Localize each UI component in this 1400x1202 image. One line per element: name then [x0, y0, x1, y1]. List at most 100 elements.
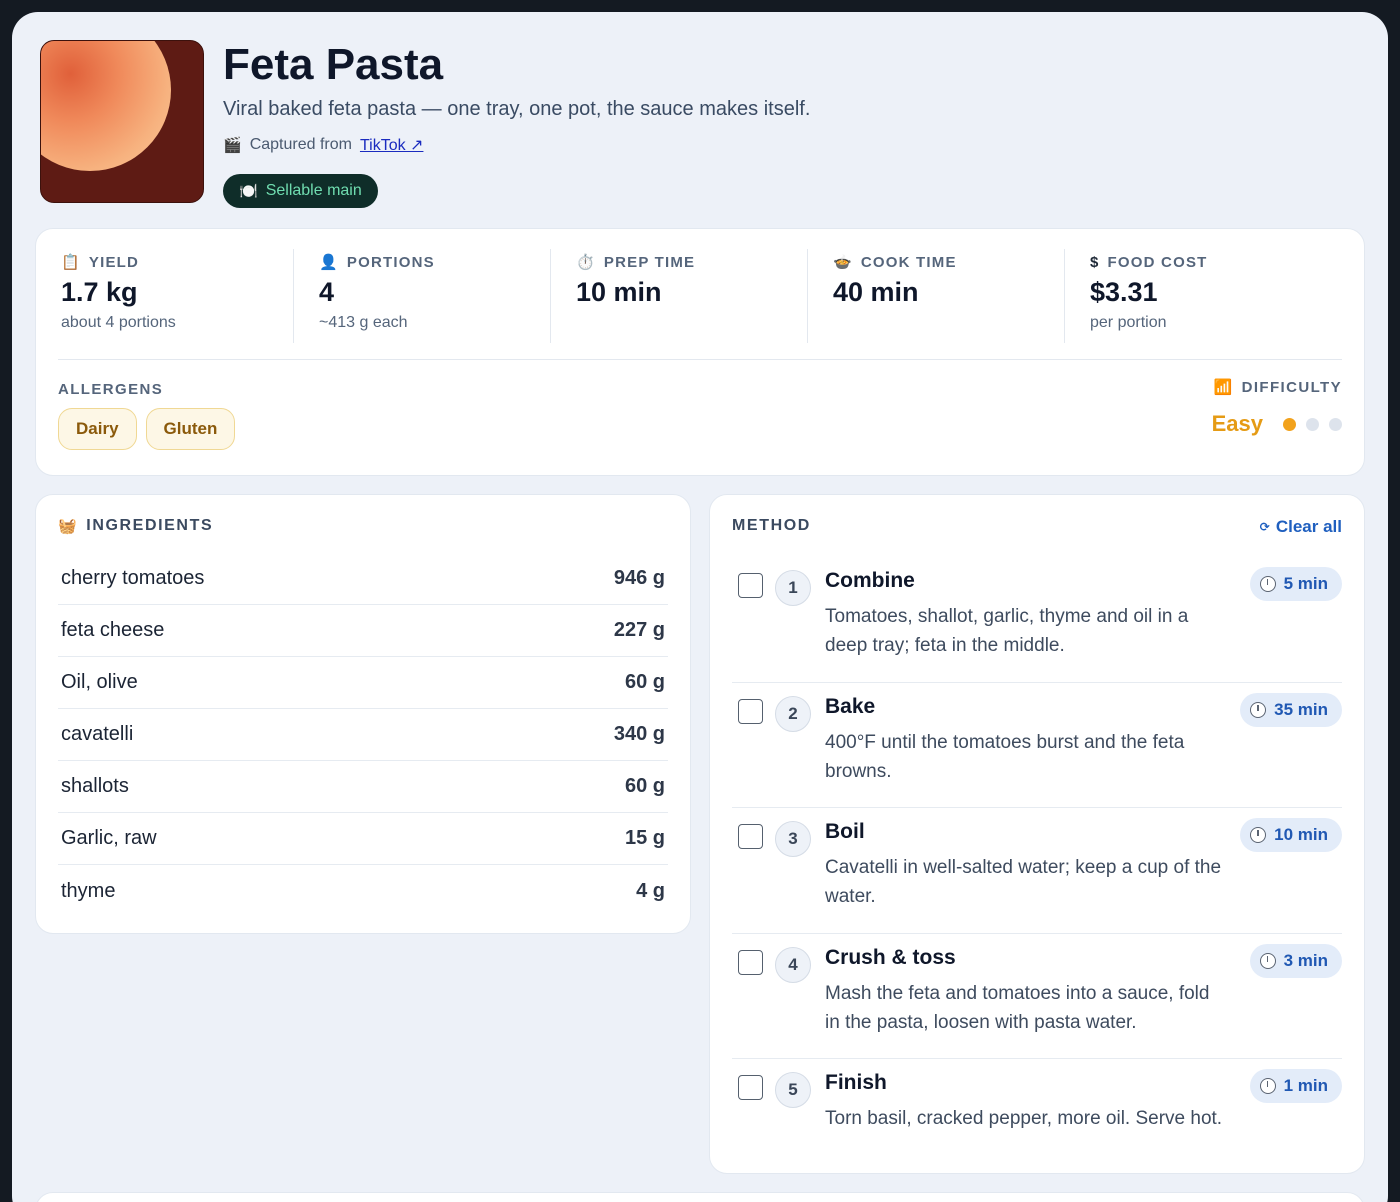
difficulty-indicator: Easy — [1212, 411, 1342, 437]
ingredient-row: cavatelli 340 g — [58, 709, 668, 761]
difficulty-dot — [1306, 417, 1319, 431]
ingredient-name: shallots — [61, 775, 129, 797]
step-time: 3 min — [1283, 950, 1328, 970]
step-timer[interactable]: 35 min — [1240, 692, 1342, 727]
clear-all-label: Clear all — [1275, 517, 1342, 536]
clock-icon — [1259, 1078, 1276, 1094]
ingredient-row: shallots 60 g — [58, 761, 668, 813]
plate-icon: 🍽️ — [239, 182, 258, 200]
method-step: 5 Finish Torn basil, cracked pepper, mor… — [732, 1059, 1342, 1185]
method-card: METHOD ⟳ Clear all 1 Combine Tomatoes, s… — [709, 494, 1365, 1174]
step-time: 10 min — [1274, 825, 1328, 844]
step-time: 35 min — [1274, 699, 1328, 719]
stat-portions: 👤 PORTIONS 4 ~413 g each — [293, 249, 550, 343]
ingredient-qty: 60 g — [624, 671, 665, 693]
ingredient-name: feta cheese — [61, 619, 165, 641]
difficulty-dot — [1329, 417, 1342, 431]
recipe-subtitle: Viral baked feta pasta — one tray, one p… — [223, 98, 811, 120]
step-checkbox[interactable] — [738, 1075, 763, 1100]
category-badge: 🍽️ Sellable main — [223, 174, 378, 208]
step-checkbox[interactable] — [738, 824, 763, 849]
clear-all-button[interactable]: ⟳ Clear all — [1260, 517, 1342, 537]
difficulty-dot — [1283, 417, 1296, 431]
stat-food-cost: $ FOOD COST $3.31 per portion — [1064, 249, 1321, 343]
step-title: Combine — [825, 569, 915, 592]
category-badge-label: Sellable main — [265, 182, 362, 199]
stat-label: PORTIONS — [346, 254, 435, 271]
step-checkbox[interactable] — [738, 698, 763, 724]
step-description: Mash the feta and tomatoes into a sauce,… — [825, 982, 1210, 1033]
step-checkbox[interactable] — [738, 573, 763, 598]
ingredient-row: Oil, olive 60 g — [58, 657, 668, 709]
basket-icon: 🧺 — [58, 517, 79, 535]
method-label: METHOD — [732, 517, 811, 534]
ingredient-name: Oil, olive — [61, 671, 138, 693]
stat-label: YIELD — [88, 254, 140, 271]
stopwatch-icon: ⏱️ — [576, 254, 596, 271]
step-time: 1 min — [1283, 1076, 1328, 1095]
clapperboard-icon: 🎬 — [223, 136, 242, 154]
clock-icon — [1250, 827, 1267, 843]
step-checkbox[interactable] — [738, 949, 763, 975]
step-number: 3 — [775, 821, 811, 857]
source-link[interactable]: TikTok ↗ — [360, 135, 423, 155]
difficulty-value: Easy — [1211, 411, 1263, 436]
source-prefix: Captured from — [249, 136, 352, 153]
step-description: Tomatoes, shallot, garlic, thyme and oil… — [825, 606, 1189, 656]
stat-sub: ~413 g each — [319, 314, 408, 331]
step-timer[interactable]: 1 min — [1249, 1069, 1342, 1103]
step-timer[interactable]: 10 min — [1240, 818, 1342, 852]
method-step: 3 Boil Cavatelli in well-salted water; k… — [732, 808, 1342, 934]
stat-value: 10 min — [576, 277, 662, 307]
ingredient-qty: 4 g — [636, 879, 665, 902]
ingredients-header: 🧺 INGREDIENTS — [58, 517, 213, 535]
ingredient-name: cavatelli — [61, 723, 134, 745]
step-title: Boil — [825, 820, 865, 843]
method-step: 1 Combine Tomatoes, shallot, garlic, thy… — [732, 557, 1342, 683]
stat-yield: 📋 YIELD 1.7 kg about 4 portions — [36, 249, 293, 343]
method-step: 4 Crush & toss Mash the feta and tomatoe… — [732, 934, 1342, 1059]
stat-value: $3.31 — [1090, 277, 1158, 307]
ingredient-qty: 227 g — [613, 619, 665, 641]
allergen-tag: Dairy — [58, 408, 137, 450]
ingredient-qty: 15 g — [624, 827, 665, 849]
clipboard-icon: 📋 — [61, 254, 81, 271]
clock-icon — [1259, 952, 1276, 969]
stats-card: 📋 YIELD 1.7 kg about 4 portions 👤 PORTIONS… — [35, 228, 1365, 476]
difficulty-label-row: 📶 DIFFICULTY — [1214, 379, 1342, 396]
ingredient-name: cherry tomatoes — [61, 567, 205, 589]
ingredients-label: INGREDIENTS — [86, 517, 214, 534]
ingredient-row: feta cheese 227 g — [58, 605, 668, 657]
allergens-label: ALLERGENS — [58, 381, 164, 398]
step-timer[interactable]: 5 min — [1249, 567, 1342, 601]
ingredient-qty: 946 g — [613, 567, 665, 589]
ingredient-row: Garlic, raw 15 g — [58, 813, 668, 865]
step-number: 1 — [775, 570, 811, 606]
stat-sub: about 4 portions — [61, 314, 176, 331]
clock-icon — [1259, 576, 1276, 592]
step-title: Bake — [825, 694, 876, 718]
allergen-list: Dairy Gluten — [58, 408, 236, 450]
dollar-icon: $ — [1090, 254, 1100, 271]
ingredient-row: thyme 4 g — [58, 865, 668, 917]
step-timer[interactable]: 3 min — [1249, 943, 1342, 978]
stat-label: PREP TIME — [603, 254, 696, 271]
step-time: 5 min — [1283, 574, 1328, 593]
ingredient-qty: 340 g — [613, 723, 665, 745]
next-section-card — [35, 1192, 1365, 1202]
step-description: 400°F until the tomatoes burst and the f… — [825, 731, 1185, 782]
step-list: 1 Combine Tomatoes, shallot, garlic, thy… — [732, 557, 1342, 1185]
stat-prep-time: ⏱️ PREP TIME 10 min — [550, 249, 807, 343]
method-step: 2 Bake 400°F until the tomatoes burst an… — [732, 683, 1342, 808]
step-title: Finish — [825, 1071, 887, 1094]
stat-cook-time: 🍲 COOK TIME 40 min — [807, 249, 1064, 343]
ingredient-name: thyme — [61, 879, 116, 902]
refresh-icon: ⟳ — [1259, 520, 1270, 534]
step-description: Cavatelli in well-salted water; keep a c… — [825, 857, 1222, 907]
stat-value: 40 min — [833, 277, 919, 307]
ingredients-card: 🧺 INGREDIENTS cherry tomatoes 946 g feta … — [35, 494, 691, 934]
difficulty-label: DIFFICULTY — [1241, 379, 1342, 396]
allergen-tag: Gluten — [145, 408, 236, 450]
step-number: 5 — [775, 1072, 811, 1108]
stat-sub: per portion — [1090, 314, 1167, 331]
